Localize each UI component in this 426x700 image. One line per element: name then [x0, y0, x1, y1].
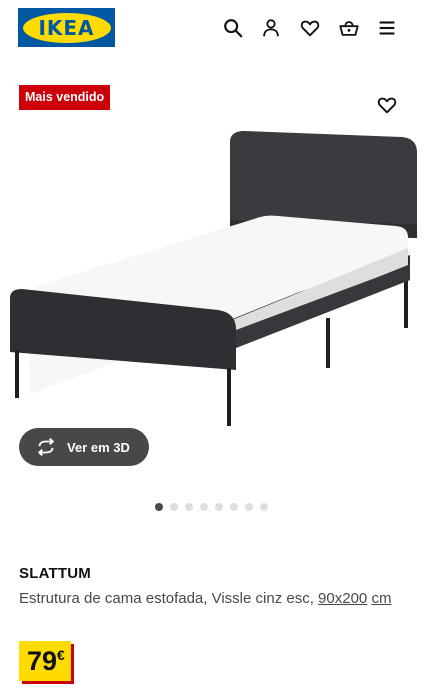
menu-icon[interactable]	[375, 16, 399, 40]
product-description-text: Estrutura de cama estofada, Vissle cinz …	[19, 590, 314, 607]
product-description: Estrutura de cama estofada, Vissle cinz …	[19, 587, 399, 610]
rotate-3d-icon	[38, 438, 54, 456]
carousel-dot[interactable]	[245, 503, 253, 511]
carousel-dot[interactable]	[215, 503, 223, 511]
search-icon[interactable]	[221, 16, 245, 40]
ikea-logo[interactable]: IKEA	[18, 8, 115, 47]
user-icon[interactable]	[259, 16, 283, 40]
price-currency: €	[57, 647, 65, 663]
carousel-dot[interactable]	[170, 503, 178, 511]
carousel-dot[interactable]	[155, 503, 163, 511]
top-header: IKEA	[0, 0, 426, 56]
carousel-dot[interactable]	[185, 503, 193, 511]
basket-icon[interactable]	[337, 16, 361, 40]
product-name: SLATTUM	[19, 565, 91, 582]
best-seller-badge: Mais vendido	[19, 85, 111, 110]
product-image-bed[interactable]	[0, 120, 426, 440]
product-size-unit[interactable]: cm	[371, 590, 391, 607]
logo-oval: IKEA	[22, 12, 111, 43]
carousel-dot[interactable]	[200, 503, 208, 511]
logo-text: IKEA	[38, 15, 95, 40]
price-tag: 79 €	[19, 641, 71, 681]
image-carousel-dots	[155, 503, 268, 511]
view-3d-label: Ver em 3D	[67, 439, 130, 455]
view-3d-button[interactable]: Ver em 3D	[19, 428, 149, 466]
add-to-favourites-heart-icon[interactable]	[374, 93, 400, 117]
product-size-link[interactable]: 90x200	[318, 590, 367, 607]
heart-icon[interactable]	[298, 16, 322, 40]
carousel-dot[interactable]	[230, 503, 238, 511]
carousel-dot[interactable]	[260, 503, 268, 511]
price-value: 79	[27, 646, 58, 676]
